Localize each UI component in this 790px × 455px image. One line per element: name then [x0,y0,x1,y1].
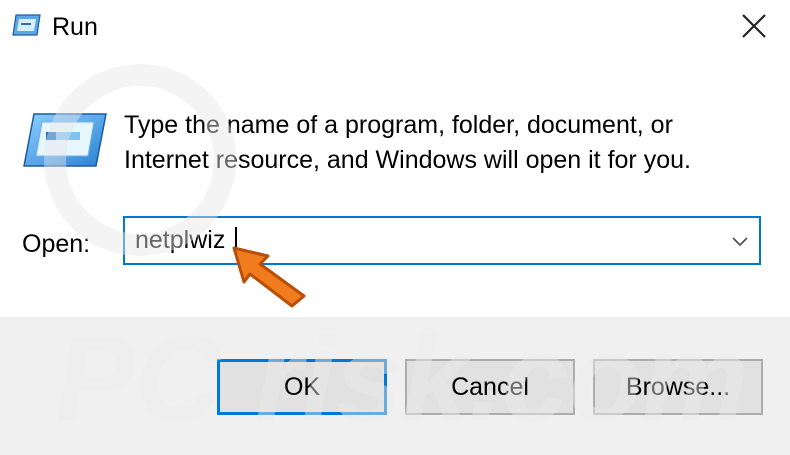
chevron-down-icon[interactable] [731,232,749,250]
run-program-icon [23,113,107,167]
instructions-line-2: Internet resource, and Windows will open… [124,146,691,174]
run-dialog: Run Type the name of a program, folder, … [0,0,790,455]
instructions-line-1: Type the name of a program, folder, docu… [124,111,673,139]
close-icon [742,14,766,38]
run-icon [12,14,41,36]
open-combobox[interactable] [123,216,761,265]
button-bar: OK Cancel Browse... [0,317,790,455]
close-button[interactable] [728,4,780,50]
window-title: Run [52,13,98,41]
title-bar: Run [0,0,790,58]
open-label: Open: [22,230,91,258]
open-input[interactable] [135,218,715,263]
browse-button[interactable]: Browse... [593,359,763,415]
text-cursor [235,227,237,255]
ok-button[interactable]: OK [217,359,387,415]
instructions-text: Type the name of a program, folder, docu… [124,108,764,178]
cancel-button[interactable]: Cancel [405,359,575,415]
